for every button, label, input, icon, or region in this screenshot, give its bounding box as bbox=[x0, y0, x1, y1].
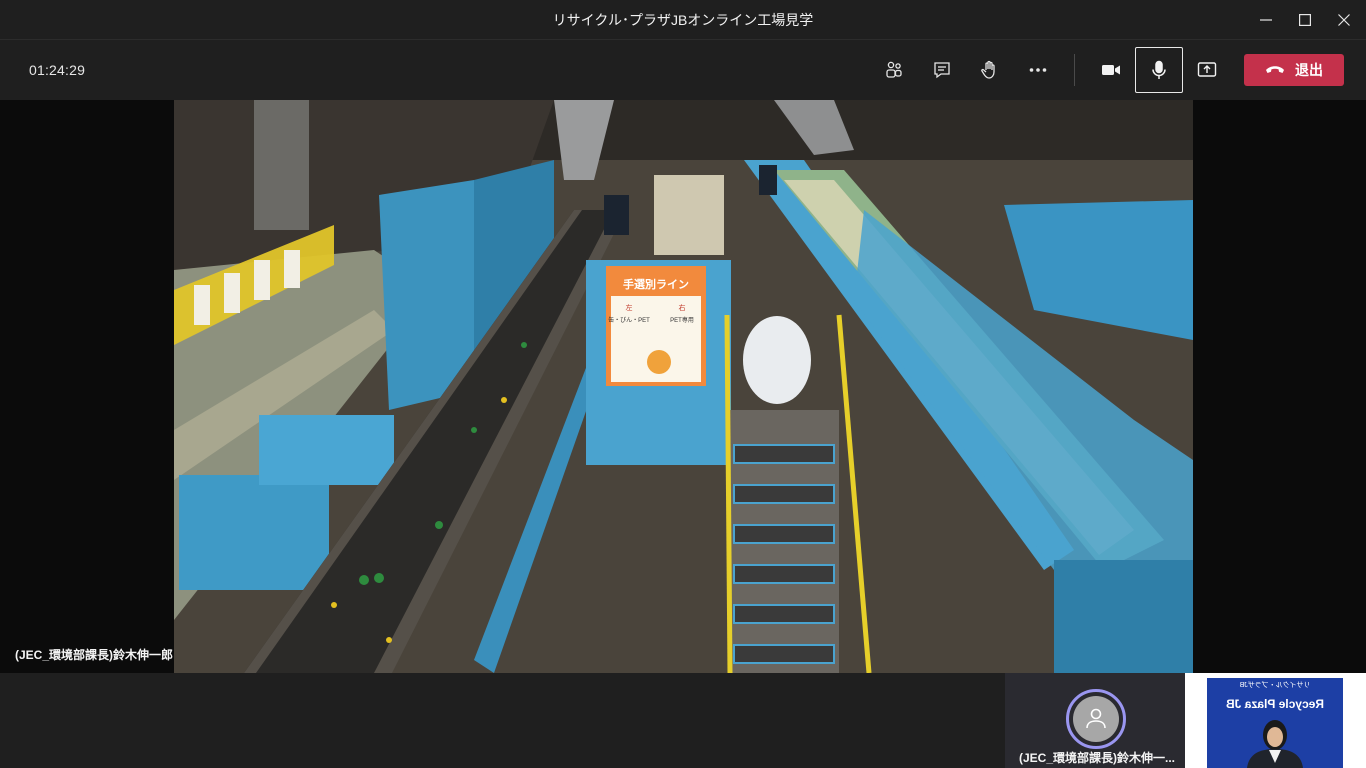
meeting-toolbar: 01:24:29 退出 bbox=[0, 40, 1366, 100]
elapsed-time: 01:24:29 bbox=[29, 62, 86, 78]
close-button[interactable] bbox=[1321, 0, 1366, 40]
more-actions-button[interactable] bbox=[1014, 47, 1062, 93]
participant-tile[interactable]: (JEC_環境部課長)鈴木伸一... bbox=[1005, 673, 1185, 768]
self-view-video: リサイクル・プラザJB Recycle Plaza JB bbox=[1185, 673, 1366, 768]
maximize-icon bbox=[1299, 14, 1311, 26]
chat-button[interactable] bbox=[918, 47, 966, 93]
stage-participant-name: (JEC_環境部課長)鈴木伸一郎 bbox=[15, 648, 174, 662]
avatar bbox=[1066, 689, 1126, 749]
sign-left-label: 左 bbox=[626, 303, 633, 312]
meeting-stage: 手選別ライン 左 右 缶・びん・PET PET専用 (JEC_環境部課長)鈴木伸… bbox=[0, 100, 1366, 673]
toolbar-divider bbox=[1074, 54, 1075, 86]
share-screen-button[interactable] bbox=[1183, 47, 1231, 93]
window-title: リサイクル･プラザJBオンライン工場見学 bbox=[552, 12, 814, 28]
hang-up-icon bbox=[1266, 66, 1284, 73]
people-icon bbox=[886, 61, 902, 78]
chat-icon bbox=[934, 62, 950, 79]
raise-hand-button[interactable] bbox=[965, 47, 1013, 93]
recycling-plant-scene: 手選別ライン 左 右 缶・びん・PET PET専用 bbox=[174, 100, 1193, 673]
camera-button[interactable] bbox=[1087, 47, 1135, 93]
camera-icon bbox=[1102, 65, 1120, 75]
main-video-feed[interactable]: 手選別ライン 左 右 缶・びん・PET PET専用 bbox=[174, 100, 1193, 673]
self-banner-text-1: リサイクル・プラザJB bbox=[1239, 681, 1310, 689]
participant-tile-name: (JEC_環境部課長)鈴木伸一... bbox=[1019, 751, 1176, 765]
more-icon bbox=[1029, 68, 1047, 72]
leave-label: 退出 bbox=[1295, 62, 1323, 78]
hand-icon bbox=[981, 60, 995, 79]
self-view-tile[interactable]: リサイクル・プラザJB Recycle Plaza JB bbox=[1185, 673, 1366, 768]
microphone-button[interactable] bbox=[1135, 47, 1183, 93]
title-bar: リサイクル･プラザJBオンライン工場見学 bbox=[0, 0, 1366, 40]
leave-button[interactable]: 退出 bbox=[1244, 54, 1344, 86]
participant-strip: (JEC_環境部課長)鈴木伸一... リサイクル・プラザJB Recycle P… bbox=[0, 673, 1366, 768]
sign-left-text: 缶・びん・PET bbox=[608, 316, 650, 324]
sign-right-label: 右 bbox=[679, 303, 686, 312]
participants-button[interactable] bbox=[870, 47, 918, 93]
self-banner-text-2: Recycle Plaza JB bbox=[1226, 697, 1324, 711]
mic-icon bbox=[1152, 60, 1166, 79]
minimize-icon bbox=[1260, 19, 1272, 21]
share-icon bbox=[1197, 62, 1217, 77]
close-icon bbox=[1338, 14, 1350, 26]
sign-right-text: PET専用 bbox=[670, 316, 694, 324]
sign-title: 手選別ライン bbox=[623, 277, 689, 291]
person-icon bbox=[1086, 708, 1106, 729]
